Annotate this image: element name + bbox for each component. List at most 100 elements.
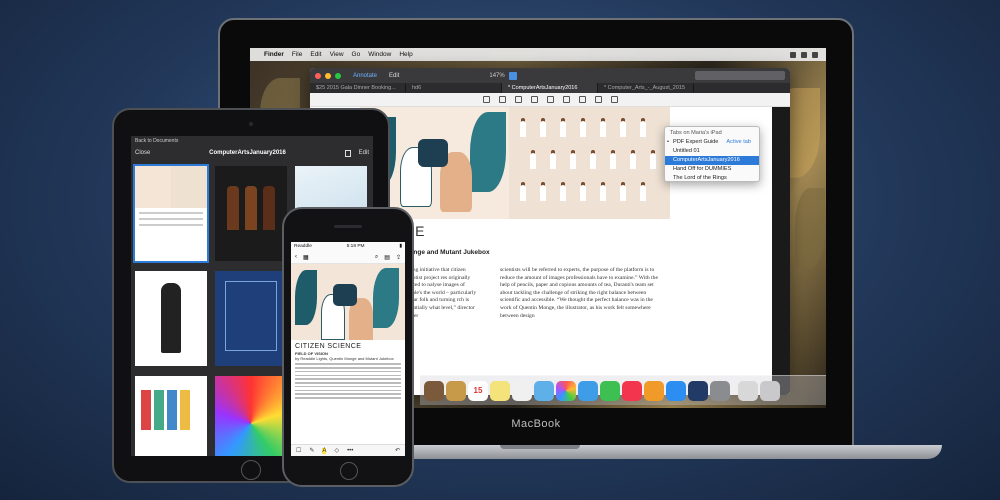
document-tab[interactable]: hd6	[406, 83, 502, 93]
signature-tool-icon[interactable]	[594, 96, 602, 103]
share-icon[interactable]	[508, 71, 517, 80]
undo-icon[interactable]: ↶	[395, 447, 400, 454]
calendar-icon[interactable]: 15	[468, 380, 488, 401]
launchpad-icon[interactable]	[446, 380, 466, 401]
reminders-icon[interactable]	[512, 380, 532, 401]
illustration-person	[520, 121, 526, 137]
illustration-person	[560, 185, 566, 201]
eraser-tool-icon[interactable]	[530, 96, 538, 103]
settings-icon[interactable]	[710, 380, 730, 401]
illustration-person	[540, 121, 546, 137]
edit-tab[interactable]: Edit	[389, 73, 399, 79]
pen-tool-icon[interactable]	[514, 96, 522, 103]
illustration-person	[620, 121, 626, 137]
bookmark-icon[interactable]: ▤	[384, 254, 390, 261]
illustration-person	[580, 121, 586, 137]
zoom-level[interactable]: 147%	[489, 73, 504, 79]
maps-icon[interactable]	[534, 380, 554, 401]
grid-icon[interactable]: ▦	[303, 254, 309, 261]
menu-file[interactable]: File	[292, 51, 302, 58]
text-line	[295, 385, 401, 388]
time-label: 5:18 PM	[346, 244, 365, 249]
share-icon[interactable]	[344, 149, 351, 157]
battery-icon[interactable]	[801, 51, 807, 58]
document-tab-active[interactable]: * ComputerArtsJanuary2016	[502, 83, 598, 93]
iphone-annotation-toolbar: ☐ ✎ A ◇ ••• ↶	[291, 444, 405, 456]
highlight-tool-icon[interactable]	[498, 96, 506, 103]
wallpaper-leaf	[795, 188, 825, 268]
text-line	[295, 378, 401, 380]
search-input[interactable]	[695, 71, 785, 80]
dropdown-item[interactable]: Untitled 01	[665, 147, 759, 156]
music-icon[interactable]	[622, 380, 642, 401]
shape-tool-icon[interactable]	[546, 96, 554, 103]
text-tool-icon[interactable]	[482, 96, 490, 103]
document-title: ComputerArtsJanuary2016	[209, 150, 286, 156]
text-line	[295, 382, 401, 384]
appstore-icon[interactable]	[666, 380, 686, 401]
quicktime-icon[interactable]	[688, 380, 708, 401]
illustration-person	[560, 121, 566, 137]
menu-window[interactable]: Window	[368, 51, 391, 58]
facetime-icon[interactable]	[600, 380, 620, 401]
page-thumbnail[interactable]	[215, 166, 287, 261]
books-icon[interactable]	[644, 380, 664, 401]
menu-view[interactable]: View	[330, 51, 344, 58]
dropdown-item[interactable]: PDF Expert Guide Active tab	[665, 138, 759, 147]
shapes-icon[interactable]: ◇	[334, 447, 339, 454]
highlighter-icon[interactable]: A	[322, 447, 327, 454]
share-icon[interactable]: ⇪	[396, 254, 401, 261]
page-thumbnail[interactable]	[135, 271, 207, 366]
edit-button[interactable]: Edit	[359, 150, 369, 156]
back-icon[interactable]: ‹	[295, 254, 297, 260]
page-thumbnail[interactable]	[133, 164, 209, 263]
notes-icon[interactable]	[490, 380, 510, 401]
menu-finder[interactable]: Finder	[264, 51, 284, 58]
article-column: urcing initiative that citizen scientist…	[404, 267, 477, 319]
menu-help[interactable]: Help	[399, 51, 412, 58]
photos-icon[interactable]	[556, 380, 576, 401]
finder-icon[interactable]	[424, 380, 444, 401]
dropdown-item[interactable]: Hand Off for DUMMIES	[665, 165, 759, 174]
minimize-window-button[interactable]	[325, 72, 331, 79]
battery-icon: ▮	[399, 244, 402, 249]
zoom-window-button[interactable]	[335, 72, 341, 79]
select-icon[interactable]: ☐	[296, 447, 301, 454]
ipad-camera	[249, 122, 253, 126]
illustration-person	[650, 153, 656, 169]
text-line	[295, 366, 401, 369]
ipad-home-button[interactable]	[241, 460, 261, 480]
crop-tool-icon[interactable]	[610, 96, 618, 103]
stamp-tool-icon[interactable]	[578, 96, 586, 103]
close-button[interactable]: Close	[135, 150, 150, 156]
trash-icon[interactable]	[760, 380, 780, 401]
page-thumbnail[interactable]	[135, 376, 207, 456]
preview-icon[interactable]	[738, 380, 758, 401]
dropdown-item[interactable]: The Lord of the Rings	[665, 174, 759, 183]
illustration-person	[550, 153, 556, 169]
messages-icon[interactable]	[578, 380, 598, 401]
page-thumbnail[interactable]	[215, 376, 287, 456]
pen-icon[interactable]: ✎	[309, 447, 314, 454]
iphone-nav-bar: ‹ ▦ ⌕ ▤ ⇪	[291, 251, 405, 264]
more-icon[interactable]: •••	[347, 448, 353, 454]
dropdown-item-selected[interactable]: ComputerArtsJanuary2016	[665, 156, 759, 165]
illustration-person	[590, 153, 596, 169]
document-tab[interactable]: * Computer_Arts_-_August_2015	[598, 83, 694, 93]
text-line	[295, 389, 401, 392]
close-window-button[interactable]	[315, 72, 321, 79]
page-thumbnail[interactable]	[215, 271, 287, 366]
illustration-person	[600, 185, 606, 201]
search-icon[interactable]: ⌕	[375, 254, 378, 261]
menu-go[interactable]: Go	[352, 51, 361, 58]
wifi-icon[interactable]	[790, 51, 796, 58]
spotlight-icon[interactable]	[812, 51, 818, 58]
annotate-tab[interactable]: Annotate	[353, 73, 377, 79]
back-to-documents-link[interactable]: Back to Documents	[135, 138, 178, 144]
document-tab[interactable]: $25 2015 Gala Dinner Booking...	[310, 83, 406, 93]
iphone-home-button[interactable]	[340, 462, 358, 480]
menu-edit[interactable]: Edit	[310, 51, 321, 58]
comment-tool-icon[interactable]	[562, 96, 570, 103]
text-line	[295, 370, 401, 373]
pdf-titlebar: Annotate Edit 147%	[310, 68, 790, 83]
